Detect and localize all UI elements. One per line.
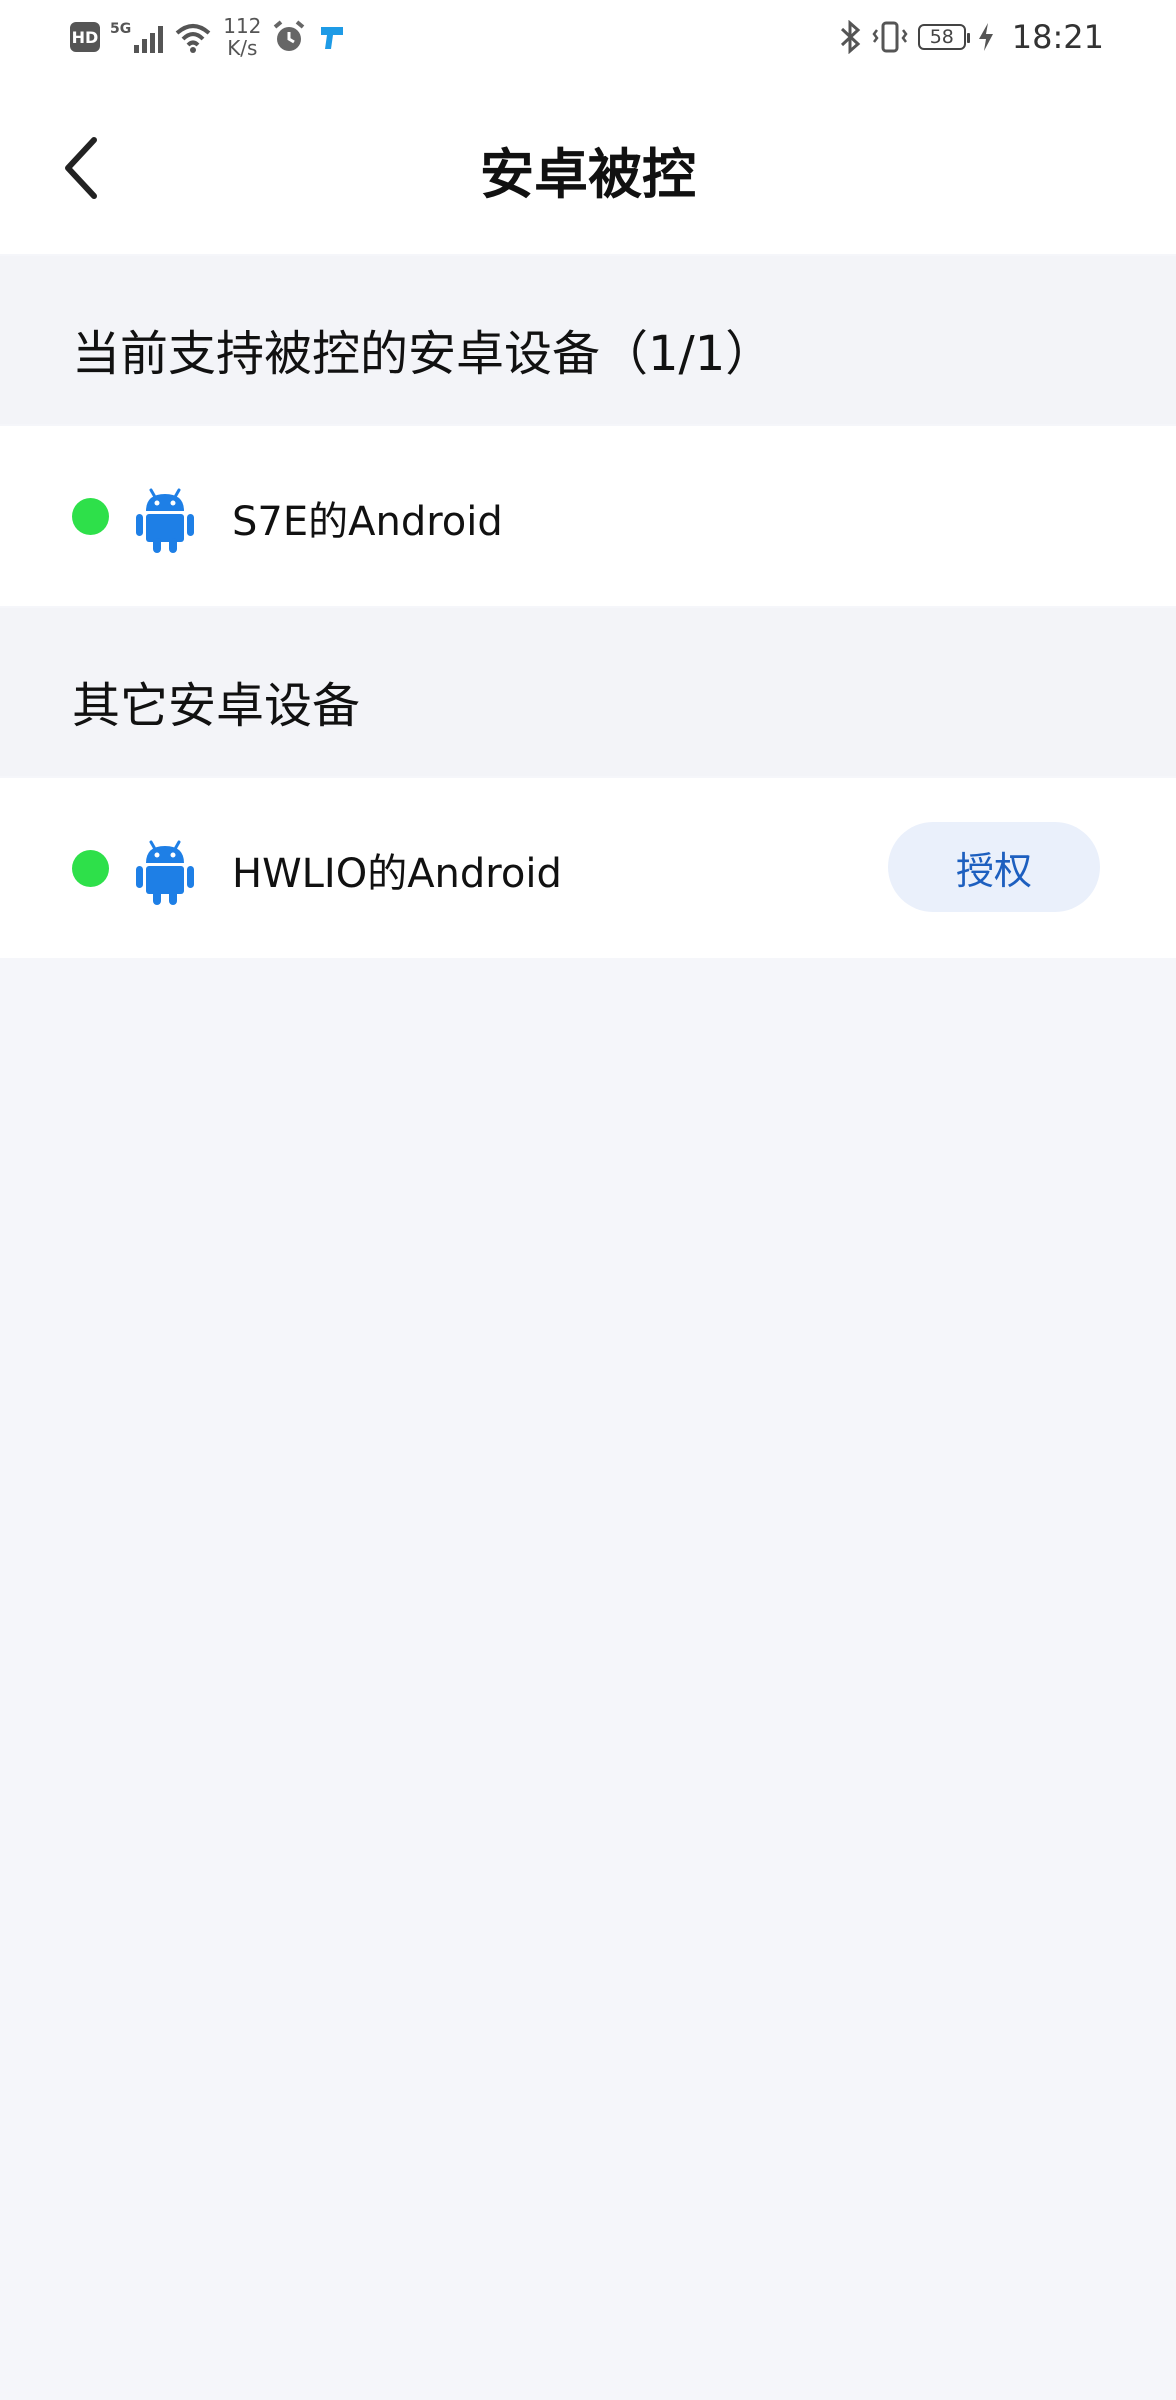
signal-label: 5G — [110, 21, 132, 37]
authorize-button[interactable]: 授权 — [888, 822, 1100, 912]
section-title: 当前支持被控的安卓设备（1/1） — [72, 326, 774, 382]
signal-icon: 5G — [110, 21, 164, 53]
section-header-supported: 当前支持被控的安卓设备（1/1） — [0, 256, 1176, 424]
charging-icon — [978, 23, 993, 51]
bluetooth-icon — [840, 20, 861, 54]
device-name: HWLIO的Android — [232, 851, 562, 897]
device-row[interactable]: HWLIO的Android 授权 — [0, 778, 1176, 958]
device-name: S7E的Android — [232, 499, 503, 545]
network-speed-value: 112 — [223, 14, 262, 38]
status-time: 18:21 — [1011, 18, 1104, 56]
network-speed: 112 K/s — [223, 15, 261, 59]
alarm-icon — [274, 20, 305, 51]
page-title: 安卓被控 — [480, 143, 696, 206]
battery-icon: 58 — [917, 24, 970, 50]
online-status-dot — [72, 498, 109, 535]
network-speed-unit: K/s — [227, 36, 258, 60]
section-header-other: 其它安卓设备 — [0, 608, 1176, 776]
status-bar: HD 5G 112 K/s 58 18:21 — [0, 0, 1176, 72]
app-notification-icon — [321, 27, 344, 49]
wifi-icon — [175, 24, 211, 53]
vibrate-icon — [872, 21, 908, 53]
app-header: 安卓被控 — [0, 72, 1176, 254]
hd-badge: HD — [70, 22, 100, 52]
section-title: 其它安卓设备 — [72, 678, 361, 734]
android-icon — [136, 840, 194, 905]
online-status-dot — [72, 850, 109, 887]
status-bar-left: HD 5G 112 K/s — [70, 12, 347, 62]
device-row[interactable]: S7E的Android — [0, 426, 1176, 606]
status-bar-right: 58 18:21 — [838, 12, 1104, 62]
android-icon — [136, 488, 194, 553]
